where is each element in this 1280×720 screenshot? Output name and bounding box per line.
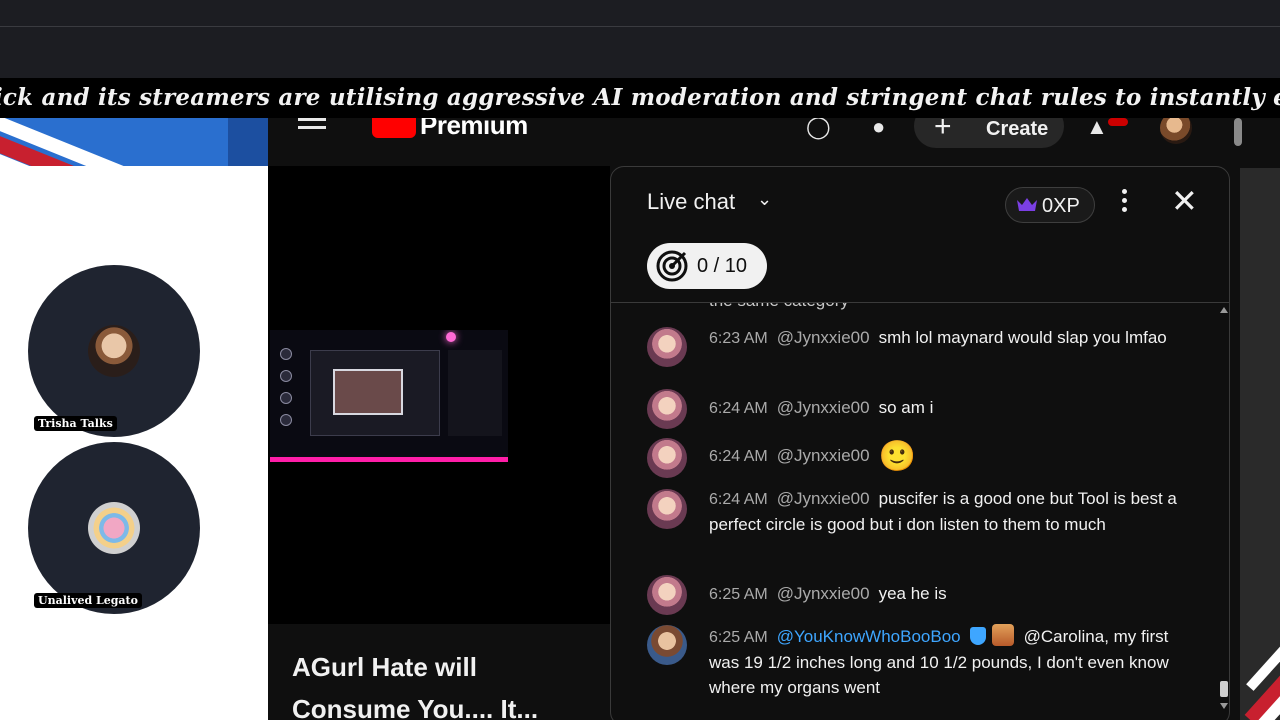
message-body: 6:24 AM @Jynxxie00 so am i [709,395,1179,421]
chat-scrollbar[interactable] [1217,303,1229,720]
live-chat-title[interactable]: Live chat [647,189,735,215]
close-icon[interactable]: ✕ [1171,181,1198,221]
live-chat-panel: Live chat ⌄ 0XP ✕ 0 / 10 6:23 AM @Jynxxi… [610,166,1230,720]
xp-button[interactable]: 0XP [1005,187,1095,223]
message-text: yea he is [878,584,947,603]
menu-icon[interactable] [298,118,326,134]
message-body: 6:25 AM @YouKnowWhoBooBoo @Carolina, my fi… [709,624,1179,700]
message-time: 6:24 AM [709,491,768,508]
chat-message-list[interactable]: the same category 6:23 AM @Jynxxie00 smh l… [611,303,1229,720]
message-author[interactable]: @Jynxxie00 [777,489,870,508]
message-author[interactable]: @Jynxxie00 [777,398,870,417]
scroll-down-icon[interactable] [1220,703,1228,709]
create-button[interactable]: + Create [914,118,1064,148]
bell-icon[interactable]: ▲ [1086,118,1108,138]
message-time: 6:23 AM [709,330,768,347]
screen: ick and its streamers are utilising aggr… [0,0,1280,720]
member-badge-icon [991,624,1014,646]
microphone-icon[interactable]: ● [872,118,885,138]
message-time: 6:25 AM [709,586,768,603]
chat-goal-button[interactable]: 0 / 10 [647,243,767,289]
user-avatar[interactable] [647,327,687,367]
search-icon[interactable]: ◯ [806,118,831,138]
smile-emoji: 🙂 [878,440,916,473]
message-author[interactable]: @YouKnowWhoBooBoo [777,627,961,646]
user-avatar[interactable] [647,389,687,429]
message-body: 6:23 AM @Jynxxie00 smh lol maynard would s… [709,325,1179,351]
youtube-logo-text[interactable]: Premium [420,118,528,141]
chevron-down-icon[interactable]: ⌄ [757,189,772,210]
guest-avatar [88,325,140,377]
message-time: 6:24 AM [709,448,768,466]
message-time: 6:24 AM [709,400,768,417]
guest-avatar [88,502,140,554]
page-scrollbar[interactable] [1234,118,1242,146]
top-bar [0,0,1280,78]
youtube-logo-icon[interactable] [372,118,416,138]
notification-badge [1108,118,1128,126]
user-avatar[interactable] [647,438,687,478]
message-author[interactable]: @Jynxxie00 [777,328,870,347]
stream-overlay-panel: Trisha Talks Unalived Legato [0,118,268,720]
top-bar-divider [0,26,1280,27]
xp-label: 0XP [1042,195,1080,217]
user-avatar[interactable] [647,489,687,529]
youtube-window: Premium ◯ ● + Create ▲ AGurl Hate will C… [268,118,1280,720]
crown-icon [1017,198,1037,211]
user-avatar[interactable] [647,625,687,665]
target-icon [656,250,688,282]
truncated-message-text: the same category [709,303,849,311]
plus-icon: + [934,118,952,143]
message-author[interactable]: @Jynxxie00 [777,446,870,465]
message-body: 6:24 AM @Jynxxie00 🙂 [709,442,1179,472]
scroll-up-icon[interactable] [1220,307,1228,313]
video-player[interactable] [268,166,610,624]
create-label: Create [986,118,1049,140]
guest-circle-2 [28,442,200,614]
message-body: 6:24 AM @Jynxxie00 puscifer is a good one … [709,486,1179,537]
guest-name-label: Unalived Legato [34,593,142,608]
news-ticker: ick and its streamers are utilising aggr… [0,78,1280,118]
message-text: smh lol maynard would slap you lmfao [878,328,1167,347]
flag-banner [0,118,268,166]
video-title[interactable]: AGurl Hate will Consume You.... It... [292,646,592,720]
live-chat-header: Live chat ⌄ 0XP ✕ 0 / 10 [611,167,1229,303]
user-avatar[interactable] [647,575,687,615]
message-text: so am i [878,398,934,417]
ticker-text: ick and its streamers are utilising aggr… [0,84,1280,111]
message-body: 6:25 AM @Jynxxie00 yea he is [709,581,1179,607]
scrollbar-thumb[interactable] [1220,681,1228,697]
message-time: 6:25 AM [709,629,768,646]
verified-icon [969,627,986,645]
guest-name-label: Trisha Talks [34,416,117,431]
goal-label: 0 / 10 [697,255,748,277]
video-preview-thumbnail[interactable] [270,330,508,462]
message-author[interactable]: @Jynxxie00 [777,584,870,603]
youtube-header: Premium ◯ ● + Create ▲ [268,118,1280,164]
account-avatar[interactable] [1160,118,1192,144]
more-options-icon[interactable] [1121,189,1129,215]
guest-circle-1 [28,265,200,437]
background-edge [1240,168,1280,720]
